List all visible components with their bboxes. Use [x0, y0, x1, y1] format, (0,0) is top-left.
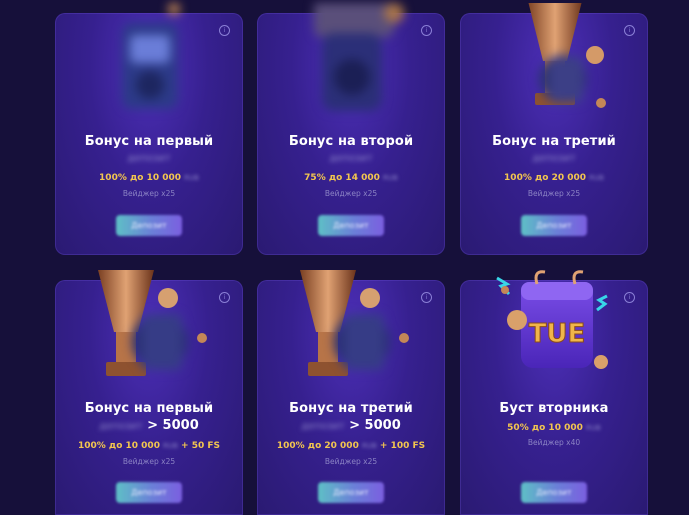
- wager-text: Вейджер x25: [122, 189, 176, 198]
- bonus-subtitle: депозит: [532, 153, 576, 164]
- calendar-icon: TUE: [496, 270, 608, 369]
- deposit-button[interactable]: Депозит: [116, 482, 182, 503]
- info-icon[interactable]: i: [421, 292, 432, 303]
- wager-text: Вейджер x25: [527, 189, 581, 198]
- bonus-title: Бонус на второй: [288, 134, 414, 149]
- bonus-card-tuesday-boost[interactable]: TUE i Буст вторника 50% до 10 000 RUB Ве…: [460, 270, 648, 515]
- bonus-title: Бонус на третий: [492, 134, 616, 149]
- slot-machine-icon: [122, 3, 180, 109]
- bonus-card-first-deposit-fs[interactable]: i Бонус на первый депозит > 5000 100% до…: [55, 270, 243, 515]
- info-icon[interactable]: i: [219, 292, 230, 303]
- bonus-subtitle: депозит: [127, 153, 171, 164]
- bonus-offer: 100% до 10 000 RUB: [99, 173, 199, 183]
- bonus-card-second-deposit[interactable]: i Бонус на второй депозит 75% до 14 000 …: [257, 3, 445, 255]
- bonus-subtitle: депозит > 5000: [301, 418, 401, 433]
- deposit-button[interactable]: Депозит: [318, 482, 384, 503]
- bonus-card-first-deposit[interactable]: i Бонус на первый депозит 100% до 10 000…: [55, 3, 243, 255]
- bonus-offer: 75% до 14 000 RUB: [304, 173, 398, 183]
- trophy-icon: [98, 270, 207, 376]
- info-icon[interactable]: i: [624, 292, 635, 303]
- bonus-title: Бонус на третий: [289, 401, 413, 416]
- wager-text: Вейджер x25: [324, 189, 378, 198]
- bonus-title: Бонус на первый: [84, 134, 214, 149]
- trophy-icon: [528, 3, 606, 108]
- bonus-offer: 100% до 10 000 RUB + 50 FS: [77, 441, 220, 451]
- info-icon[interactable]: i: [421, 25, 432, 36]
- calendar-day-text: TUE: [529, 319, 586, 349]
- bonus-offer: 100% до 20 000 RUB + 100 FS: [276, 441, 426, 451]
- bonus-title: Бонус на первый: [84, 401, 214, 416]
- bonus-offer: 50% до 10 000 RUB: [507, 423, 601, 433]
- bonus-offer: 100% до 20 000 RUB: [504, 173, 604, 183]
- bonus-card-third-deposit-fs[interactable]: i Бонус на третий депозит > 5000 100% до…: [257, 270, 445, 515]
- bonus-card-third-deposit[interactable]: i Бонус на третий депозит 100% до 20 000…: [460, 3, 648, 255]
- info-icon[interactable]: i: [219, 25, 230, 36]
- info-icon[interactable]: i: [624, 25, 635, 36]
- bonus-subtitle: депозит > 5000: [99, 418, 199, 433]
- wager-text: Вейджер x25: [324, 457, 378, 466]
- wager-text: Вейджер x40: [527, 438, 581, 447]
- deposit-button[interactable]: Депозит: [521, 482, 587, 503]
- wager-text: Вейджер x25: [122, 457, 176, 466]
- bonus-subtitle: депозит: [329, 153, 373, 164]
- bonus-title: Буст вторника: [499, 401, 609, 416]
- slot-machine-icon: [314, 3, 404, 111]
- deposit-button[interactable]: Депозит: [116, 215, 182, 236]
- deposit-button[interactable]: Депозит: [521, 215, 587, 236]
- trophy-icon: [300, 270, 409, 376]
- deposit-button[interactable]: Депозит: [318, 215, 384, 236]
